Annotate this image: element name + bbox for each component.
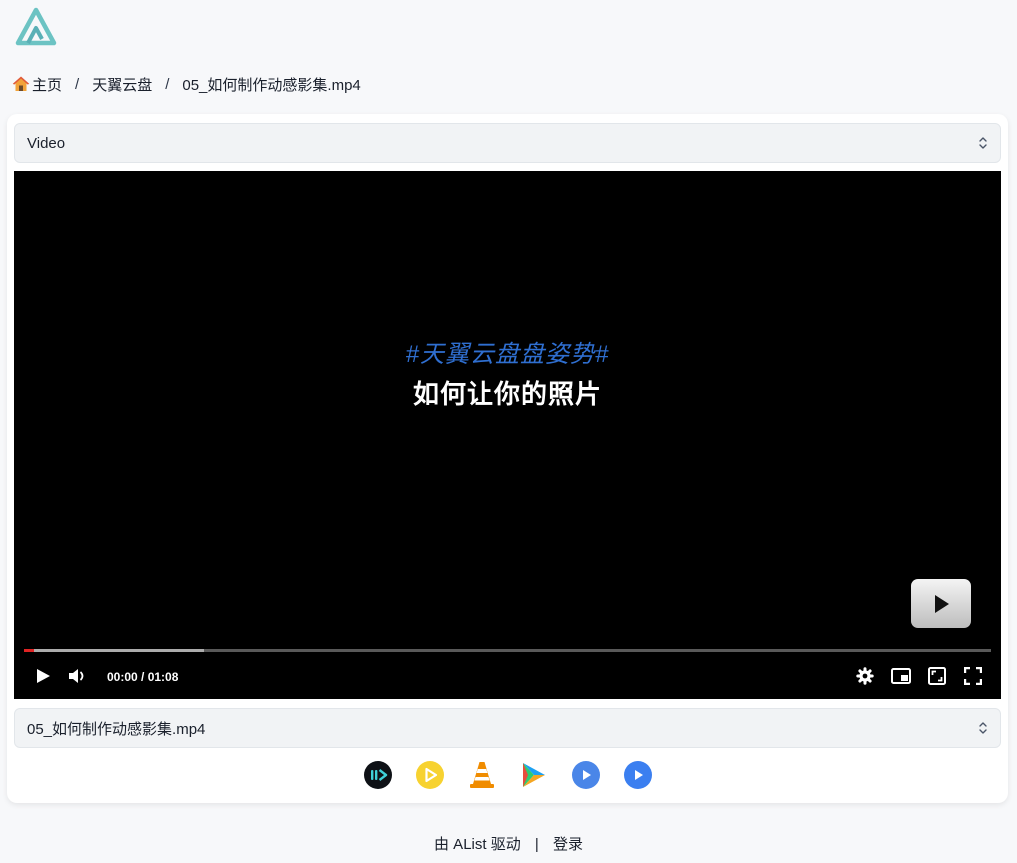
vlc-icon bbox=[469, 762, 494, 788]
breadcrumb-home-label: 主页 bbox=[32, 76, 63, 94]
web-fullscreen-button[interactable] bbox=[925, 664, 949, 688]
footer-separator: | bbox=[534, 836, 539, 853]
chevron-up-down-icon bbox=[979, 722, 987, 734]
video-hashtag-text: #天翼云盘盘姿势# bbox=[405, 341, 610, 368]
time-display: 00:00 / 01:08 bbox=[107, 670, 179, 684]
chevron-up-down-icon bbox=[979, 137, 987, 149]
volume-button[interactable] bbox=[66, 664, 90, 688]
breadcrumb-separator: / bbox=[75, 75, 80, 93]
play-icon bbox=[935, 594, 949, 613]
breadcrumb-current-file[interactable]: 05_如何制作动感影集.mp4 bbox=[182, 74, 360, 95]
footer: 由 AList 驱动 | 登录 bbox=[0, 833, 1017, 854]
web-fullscreen-icon bbox=[928, 667, 946, 685]
volume-icon bbox=[69, 669, 84, 683]
preview-type-select[interactable]: Video bbox=[14, 123, 1001, 163]
alist-logo-icon[interactable] bbox=[14, 6, 58, 46]
buffered-bar bbox=[24, 649, 204, 652]
vlc-button[interactable] bbox=[467, 760, 497, 790]
omniplayer-icon bbox=[571, 761, 600, 789]
video-headline-text: 如何让你的照片 bbox=[412, 379, 602, 409]
external-player-list bbox=[7, 757, 1008, 793]
potplayer-button[interactable] bbox=[415, 760, 445, 790]
file-select[interactable]: 05_如何制作动感影集.mp4 bbox=[14, 708, 1001, 748]
iina-icon bbox=[363, 761, 392, 789]
breadcrumb-separator: / bbox=[165, 75, 170, 93]
file-select-value: 05_如何制作动感影集.mp4 bbox=[27, 720, 206, 738]
home-icon bbox=[12, 76, 30, 91]
powered-by-link[interactable]: 由 AList 驱动 bbox=[434, 836, 521, 853]
played-bar bbox=[24, 649, 34, 652]
preview-type-value: Video bbox=[27, 134, 66, 152]
fullscreen-icon bbox=[964, 667, 982, 685]
picture-in-picture-button[interactable] bbox=[889, 664, 913, 688]
play-button[interactable] bbox=[31, 664, 55, 688]
progress-bar[interactable] bbox=[24, 649, 991, 652]
breadcrumb-folder[interactable]: 天翼云盘 bbox=[92, 74, 152, 95]
breadcrumb-home[interactable]: 主页 bbox=[12, 74, 62, 95]
nplayer-icon bbox=[522, 763, 545, 787]
gear-icon bbox=[856, 667, 874, 685]
preview-card: Video #天翼云盘盘姿势# 如何让你的照片 00:00 / 01:08 05… bbox=[7, 114, 1008, 803]
fileball-icon bbox=[623, 761, 652, 789]
big-play-button[interactable] bbox=[911, 579, 971, 628]
iina-button[interactable] bbox=[363, 760, 393, 790]
fileball-button[interactable] bbox=[623, 760, 653, 790]
login-link[interactable]: 登录 bbox=[553, 836, 583, 853]
nplayer-button[interactable] bbox=[519, 760, 549, 790]
settings-button[interactable] bbox=[853, 664, 877, 688]
omniplayer-button[interactable] bbox=[571, 760, 601, 790]
potplayer-icon bbox=[415, 761, 444, 789]
picture-in-picture-icon bbox=[891, 668, 911, 684]
play-icon bbox=[37, 669, 50, 683]
breadcrumb: 主页 / 天翼云盘 / 05_如何制作动感影集.mp4 bbox=[12, 72, 361, 96]
fullscreen-button[interactable] bbox=[961, 664, 985, 688]
video-player[interactable]: #天翼云盘盘姿势# 如何让你的照片 00:00 / 01:08 bbox=[14, 171, 1001, 699]
